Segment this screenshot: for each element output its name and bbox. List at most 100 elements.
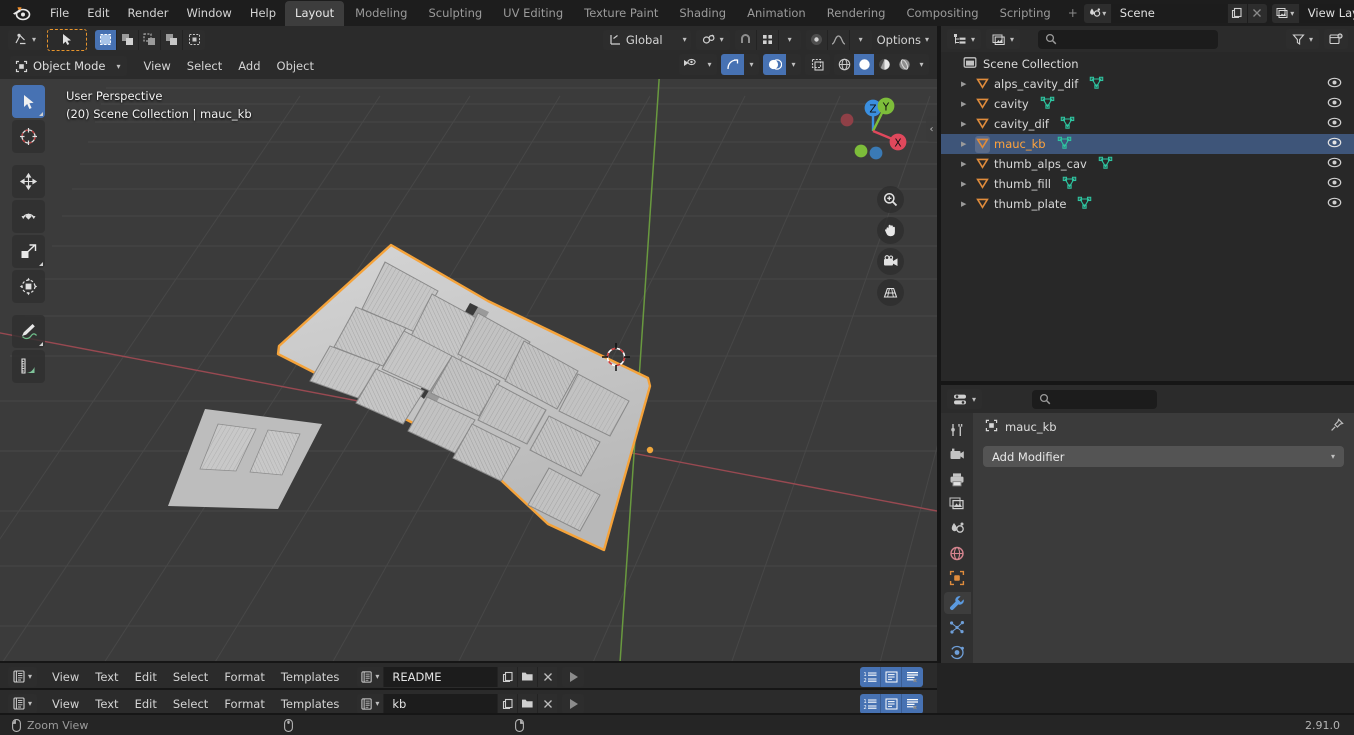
properties-search-input[interactable] <box>1032 389 1158 409</box>
scene-icon[interactable]: ▾ <box>1083 3 1112 23</box>
eye-icon[interactable] <box>1327 97 1342 111</box>
eye-icon[interactable] <box>1327 157 1342 171</box>
text2-menu-view[interactable]: View <box>44 695 87 713</box>
editor-type-text-icon[interactable]: ▾ <box>8 666 37 687</box>
snap-target-icon[interactable] <box>757 29 779 50</box>
scene-name[interactable]: Scene <box>1111 3 1227 23</box>
text2-menu-text[interactable]: Text <box>87 695 126 713</box>
properties-editor[interactable]: ▾ mauc_kb Add Modifier ▾ <box>941 385 1354 663</box>
text1-menu-select[interactable]: Select <box>165 668 216 686</box>
add-modifier-button[interactable]: Add Modifier ▾ <box>983 446 1344 467</box>
outliner-row-cavity-dif[interactable]: ▶ cavity_dif <box>941 114 1354 134</box>
outliner-search-input[interactable] <box>1038 29 1219 49</box>
outliner-scene-collection-row[interactable]: Scene Collection <box>941 54 1354 74</box>
scene-tab[interactable] <box>944 518 971 540</box>
add-workspace-button[interactable]: + <box>1062 3 1084 23</box>
mesh-data-icon[interactable] <box>1060 116 1075 132</box>
text2-menu-edit[interactable]: Edit <box>127 695 165 713</box>
text2-menu-select[interactable]: Select <box>165 695 216 713</box>
show-overlays-icon[interactable] <box>763 54 786 75</box>
expand-triangle-icon[interactable]: ▶ <box>961 140 971 148</box>
region-divider-text2[interactable] <box>0 688 937 690</box>
move-tool[interactable] <box>12 165 45 198</box>
select-intersect-icon[interactable] <box>183 30 205 50</box>
eye-icon[interactable] <box>1327 77 1342 91</box>
chevron-down-icon[interactable]: ▾ <box>779 30 801 50</box>
word-wrap-icon[interactable] <box>881 693 902 714</box>
new-collection-button[interactable] <box>1324 29 1348 49</box>
open-sidebar-arrow-icon[interactable]: ‹ <box>926 116 937 142</box>
viewport-menu-add[interactable]: Add <box>230 57 268 75</box>
workspace-tab-texture-paint[interactable]: Texture Paint <box>574 1 668 26</box>
tweak-select-tool[interactable] <box>12 85 45 118</box>
viewport-menu-object[interactable]: Object <box>269 57 322 75</box>
select-invert-icon[interactable] <box>161 29 184 50</box>
text1-menu-templates[interactable]: Templates <box>273 668 347 686</box>
render-tab[interactable] <box>944 444 971 466</box>
unlink-x-icon[interactable] <box>1246 3 1267 23</box>
select-subtract-icon[interactable] <box>139 29 162 50</box>
mesh-data-icon[interactable] <box>1057 136 1072 152</box>
navigation-gizmo[interactable]: Z Y X <box>831 89 915 173</box>
unlink-x-icon[interactable] <box>537 666 558 687</box>
show-gizmo-icon[interactable] <box>721 54 744 75</box>
text1-menu-text[interactable]: Text <box>87 668 126 686</box>
workspace-tab-shading[interactable]: Shading <box>669 1 736 26</box>
menu-window[interactable]: Window <box>177 3 240 23</box>
particles-tab[interactable] <box>944 617 971 639</box>
grid-ortho-icon[interactable] <box>877 279 904 306</box>
rendered-icon[interactable] <box>894 54 914 75</box>
transform-orientation-dropdown[interactable]: Global ▾ <box>602 29 691 50</box>
region-divider-text1[interactable] <box>0 661 937 663</box>
visibility-eye-icon[interactable] <box>679 54 702 75</box>
cursor-tool[interactable] <box>12 120 45 153</box>
folder-open-icon[interactable] <box>517 666 538 687</box>
expand-triangle-icon[interactable]: ▶ <box>961 160 971 168</box>
unlink-x-icon[interactable] <box>537 693 558 714</box>
select-extend-icon[interactable] <box>117 29 140 50</box>
new-copy-icon[interactable] <box>497 693 518 714</box>
chevron-down-icon[interactable]: ▾ <box>850 30 872 50</box>
view-layer-icon[interactable]: ▾ <box>1271 3 1300 23</box>
outliner-filter-dropdown[interactable]: ▾ <box>1285 29 1319 49</box>
text2-menu-templates[interactable]: Templates <box>273 695 347 713</box>
text1-menu-edit[interactable]: Edit <box>127 668 165 686</box>
syntax-highlight-icon[interactable] <box>902 694 923 714</box>
snap-pivot-dropdown[interactable]: ▾ <box>695 29 730 50</box>
viewport-menu-view[interactable]: View <box>135 57 178 75</box>
workspace-tab-animation[interactable]: Animation <box>737 1 816 26</box>
workspace-tab-sculpting[interactable]: Sculpting <box>418 1 492 26</box>
annotate-tool[interactable] <box>12 315 45 348</box>
viewport-options-dropdown[interactable]: Options ▾ <box>877 33 929 47</box>
output-tab[interactable] <box>944 468 971 490</box>
folder-open-icon[interactable] <box>517 693 538 714</box>
mesh-data-icon[interactable] <box>1062 176 1077 192</box>
properties-editor-type-icon[interactable]: ▾ <box>947 389 983 409</box>
workspace-tab-compositing[interactable]: Compositing <box>896 1 988 26</box>
eye-icon[interactable] <box>1327 197 1342 211</box>
word-wrap-icon[interactable] <box>881 666 902 687</box>
outliner-editor-type-icon[interactable]: ▾ <box>947 29 982 49</box>
expand-triangle-icon[interactable]: ▶ <box>961 100 971 108</box>
eye-icon[interactable] <box>1327 117 1342 131</box>
blender-logo-icon[interactable] <box>12 4 31 22</box>
magnet-icon[interactable] <box>735 29 757 50</box>
expand-triangle-icon[interactable]: ▶ <box>961 80 971 88</box>
menu-file[interactable]: File <box>41 3 78 23</box>
new-copy-icon[interactable] <box>1226 3 1247 23</box>
camera-icon[interactable] <box>877 248 904 275</box>
workspace-tab-scripting[interactable]: Scripting <box>990 1 1061 26</box>
mesh-data-icon[interactable] <box>1098 156 1113 172</box>
world-tab[interactable] <box>944 543 971 565</box>
run-script-button[interactable] <box>562 693 585 714</box>
solid-icon[interactable] <box>854 54 874 75</box>
editor-type-3dview-icon[interactable]: ▾ <box>8 29 43 50</box>
syntax-highlight-icon[interactable] <box>902 667 923 687</box>
3d-viewport[interactable]: ▾ Global ▾ ▾ ▾ ▾ Options ▾ Object Mode ▾… <box>0 26 937 663</box>
material-preview-icon[interactable] <box>874 54 894 75</box>
mesh-data-icon[interactable] <box>1077 196 1092 212</box>
chevron-down-icon[interactable]: ▾ <box>914 54 929 75</box>
outliner-row-alps-cavity-dif[interactable]: ▶ alps_cavity_dif <box>941 74 1354 94</box>
measure-tool[interactable] <box>12 350 45 383</box>
object-mode-dropdown[interactable]: Object Mode ▾ <box>10 56 128 76</box>
